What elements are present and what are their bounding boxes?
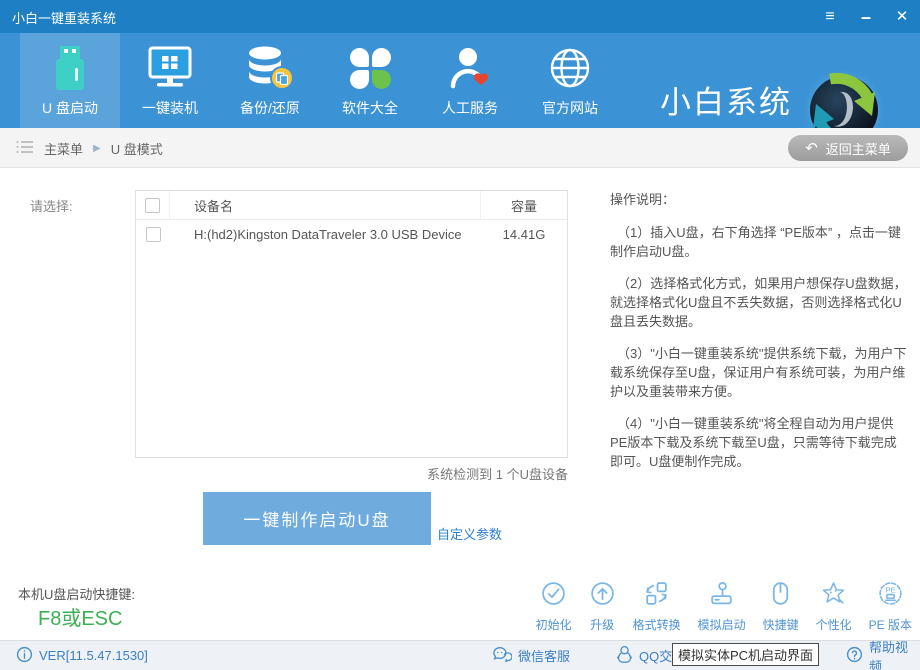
help-label: 帮助视频 <box>869 637 920 670</box>
pe-circle-icon: PE <box>877 580 904 612</box>
tools-row: 初始化 升级 格式 <box>519 580 912 633</box>
device-checkbox[interactable] <box>146 227 161 242</box>
breadcrumb-separator-icon: ▶ <box>93 143 101 154</box>
tab-software-collection[interactable]: 软件大全 <box>320 33 420 128</box>
tool-upgrade[interactable]: 升级 <box>589 580 616 633</box>
title-bar: 小白一键重装系统 ≡ – ✕ <box>0 0 920 33</box>
tab-label: 软件大全 <box>342 98 398 118</box>
tool-pe-version[interactable]: PE PE 版本 <box>869 580 912 633</box>
tool-label: 快捷键 <box>763 616 799 633</box>
tab-human-service[interactable]: 人工服务 <box>420 33 520 128</box>
close-icon[interactable]: ✕ <box>892 7 912 27</box>
wechat-icon <box>493 646 512 666</box>
instructions-panel: 操作说明： （1）插入U盘，右下角选择 “PE版本” ，点击一键制作启动U盘。 … <box>610 190 908 484</box>
menu-icon[interactable]: ≡ <box>820 7 840 27</box>
table-row[interactable]: H:(hd2)Kingston DataTraveler 3.0 USB Dev… <box>136 220 567 249</box>
globe-icon <box>547 42 593 94</box>
list-icon <box>16 140 34 157</box>
monitor-icon <box>146 42 194 94</box>
person-heart-icon <box>447 42 493 94</box>
tool-hotkey[interactable]: 快捷键 <box>763 580 799 633</box>
row-checkbox-cell <box>136 220 170 249</box>
column-device-name: 设备名 <box>170 191 481 219</box>
app-window: 小白一键重装系统 ≡ – ✕ U 盘启动 <box>0 0 920 670</box>
instruction-step: （2）选择格式化方式，如果用户想保存U盘数据，就选择格式化U盘且不丢失数据，否则… <box>610 274 908 331</box>
arrow-up-circle-icon <box>589 580 616 612</box>
tool-label: 初始化 <box>536 616 572 633</box>
instructions-title: 操作说明： <box>610 190 908 209</box>
joystick-icon <box>708 580 735 612</box>
info-icon <box>16 646 33 666</box>
breadcrumb-root[interactable]: 主菜单 <box>44 139 83 158</box>
tab-label: 备份/还原 <box>240 98 300 118</box>
instruction-step: （1）插入U盘，右下角选择 “PE版本” ，点击一键制作启动U盘。 <box>610 223 908 261</box>
tool-label: 模拟启动 <box>698 616 746 633</box>
instruction-step: （4）"小白一键重装系统"将全程自动为用户提供PE版本下载及系统下载至U盘，只需… <box>610 414 908 471</box>
app-title: 小白一键重装系统 <box>12 8 116 27</box>
wechat-label: 微信客服 <box>518 646 570 665</box>
return-arrow-icon: ↶ <box>805 141 818 156</box>
main-content: 请选择: 设备名 容量 H:(hd2)Kingston DataTraveler… <box>0 168 920 640</box>
svg-text:PE: PE <box>885 585 895 594</box>
help-video[interactable]: 帮助视频 <box>846 641 920 670</box>
version-text: VER[11.5.47.1530] <box>39 648 148 663</box>
device-name: H:(hd2)Kingston DataTraveler 3.0 USB Dev… <box>170 220 481 249</box>
tool-label: 个性化 <box>816 616 852 633</box>
usb-drive-icon <box>48 42 92 94</box>
instruction-step: （3）"小白一键重装系统"提供系统下载，为用户下载系统保存至U盘，保证用户有系统… <box>610 344 908 401</box>
table-header-row: 设备名 容量 <box>136 191 567 220</box>
brand-name: 小白系统 <box>660 77 800 122</box>
question-circle-icon <box>846 646 863 666</box>
tool-label: PE 版本 <box>869 616 912 633</box>
hotkey-label: 本机U盘启动快捷键: <box>18 584 135 603</box>
check-circle-icon <box>540 580 567 612</box>
tool-personalize[interactable]: 个性化 <box>816 580 852 633</box>
return-button-label: 返回主菜单 <box>826 139 891 158</box>
device-capacity: 14.41G <box>481 220 567 249</box>
version-info[interactable]: VER[11.5.47.1530] <box>16 641 148 670</box>
nav-tabs: U 盘启动 一键装机 <box>20 33 620 128</box>
qq-penguin-icon <box>616 645 633 666</box>
column-capacity: 容量 <box>481 191 567 219</box>
wechat-support[interactable]: 微信客服 <box>493 641 570 670</box>
select-all-checkbox[interactable] <box>145 198 160 213</box>
tab-official-website[interactable]: 官方网站 <box>520 33 620 128</box>
breadcrumb: 主菜单 ▶ U 盘模式 <box>16 128 163 168</box>
star-icon <box>820 580 847 612</box>
tab-backup-restore[interactable]: 备份/还原 <box>220 33 320 128</box>
breadcrumb-bar: 主菜单 ▶ U 盘模式 ↶ 返回主菜单 <box>0 128 920 168</box>
format-convert-icon <box>643 580 670 612</box>
simulate-boot-tooltip: 模拟实体PC机启动界面 <box>672 643 819 666</box>
tab-usb-boot[interactable]: U 盘启动 <box>20 33 120 128</box>
window-controls: ≡ – ✕ <box>820 0 912 33</box>
tab-label: 一键装机 <box>142 98 198 118</box>
tool-initialize[interactable]: 初始化 <box>536 580 572 633</box>
tool-format-convert[interactable]: 格式转换 <box>633 580 681 633</box>
header-checkbox-cell <box>136 191 170 219</box>
minimize-icon[interactable]: – <box>856 7 876 27</box>
breadcrumb-current: U 盘模式 <box>111 139 163 158</box>
tool-label: 升级 <box>590 616 614 633</box>
tab-one-key-install[interactable]: 一键装机 <box>120 33 220 128</box>
select-label: 请选择: <box>30 196 73 215</box>
status-bar: VER[11.5.47.1530] 微信客服 QQ <box>0 640 920 670</box>
tab-label: 官方网站 <box>542 98 598 118</box>
custom-params-link[interactable]: 自定义参数 <box>437 524 502 543</box>
nav-bar: U 盘启动 一键装机 <box>0 33 920 128</box>
tool-label: 格式转换 <box>633 616 681 633</box>
device-table: 设备名 容量 H:(hd2)Kingston DataTraveler 3.0 … <box>135 190 568 458</box>
tab-label: U 盘启动 <box>42 98 98 118</box>
clover-icon <box>350 42 391 94</box>
hotkey-value: F8或ESC <box>38 602 122 631</box>
database-icon <box>245 42 295 94</box>
detect-status-text: 系统检测到 1 个U盘设备 <box>135 464 568 483</box>
tool-simulate-boot[interactable]: 模拟启动 <box>698 580 746 633</box>
tab-label: 人工服务 <box>442 98 498 118</box>
make-boot-usb-button[interactable]: 一键制作启动U盘 <box>203 492 431 545</box>
return-main-menu-button[interactable]: ↶ 返回主菜单 <box>788 135 908 161</box>
mouse-icon <box>767 580 794 612</box>
